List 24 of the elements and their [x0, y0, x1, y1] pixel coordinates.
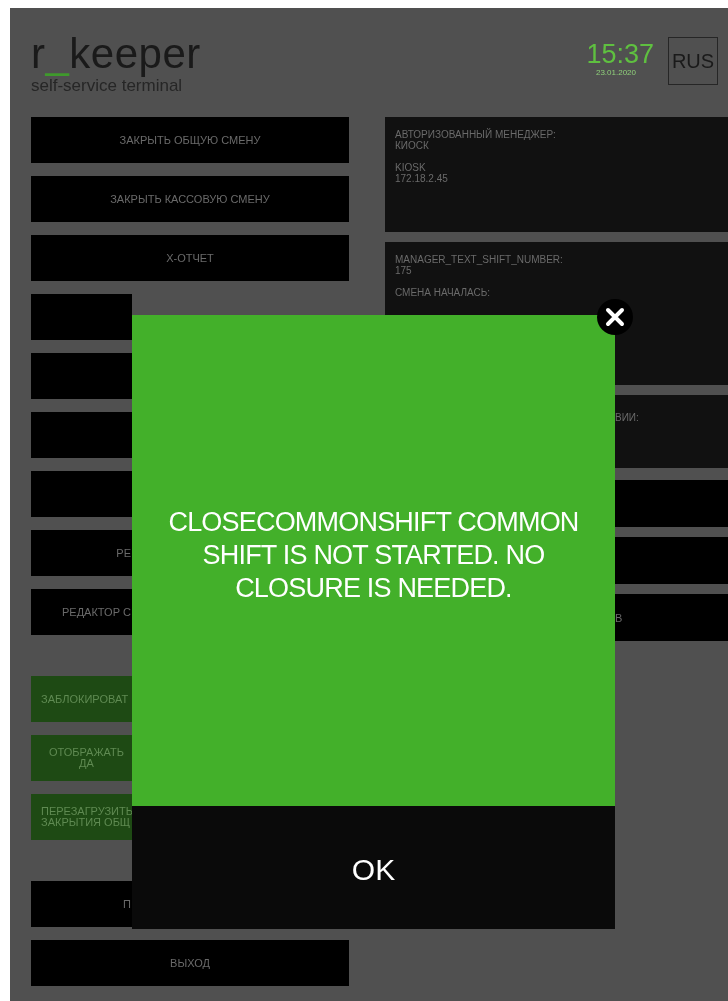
menu-button[interactable]	[615, 480, 728, 527]
ok-button[interactable]: OK	[132, 806, 615, 929]
toggle-button[interactable]: ОТОБРАЖАТЬ ДА	[31, 735, 132, 781]
menu-button[interactable]: ВЫХОД	[31, 940, 349, 986]
menu-button[interactable]	[31, 412, 132, 458]
info-panel: АВТОРИЗОВАННЫЙ МЕНЕДЖЕР: КИОСК KIOSK 172.18.2.45	[385, 117, 728, 232]
menu-button[interactable]	[615, 537, 728, 584]
toggle-button[interactable]: ЗАБЛОКИРОВАТ	[31, 676, 132, 722]
menu-button[interactable]: П	[31, 881, 132, 927]
menu-button[interactable]: РЕДАКТОР С	[31, 589, 132, 635]
menu-button[interactable]	[31, 294, 132, 340]
toggle-button[interactable]: ПЕРЕЗАГРУЗИТЬ ЗАКРЫТИЯ ОБЩ	[31, 794, 132, 840]
menu-button[interactable]: ЗАКРЫТЬ КАССОВУЮ СМЕНУ	[31, 176, 349, 222]
close-icon[interactable]	[597, 299, 633, 335]
menu-button[interactable]: РЕ	[31, 530, 132, 576]
menu-button[interactable]: X-ОТЧЕТ	[31, 235, 349, 281]
clock-date: 23.01.2020	[595, 68, 636, 77]
menu-button[interactable]: ЗАКРЫТЬ ОБЩУЮ СМЕНУ	[31, 117, 349, 163]
clock-time: 15:37	[586, 40, 654, 68]
info-panel: ВИИ:	[615, 395, 728, 468]
dialog-message: CLOSECOMMONSHIFT COMMON SHIFT IS NOT STARTED. NO CLOSURE IS NEEDED.	[167, 506, 580, 605]
menu-button[interactable]	[31, 471, 132, 517]
menu-button[interactable]	[31, 353, 132, 399]
menu-button[interactable]: В	[615, 594, 728, 641]
